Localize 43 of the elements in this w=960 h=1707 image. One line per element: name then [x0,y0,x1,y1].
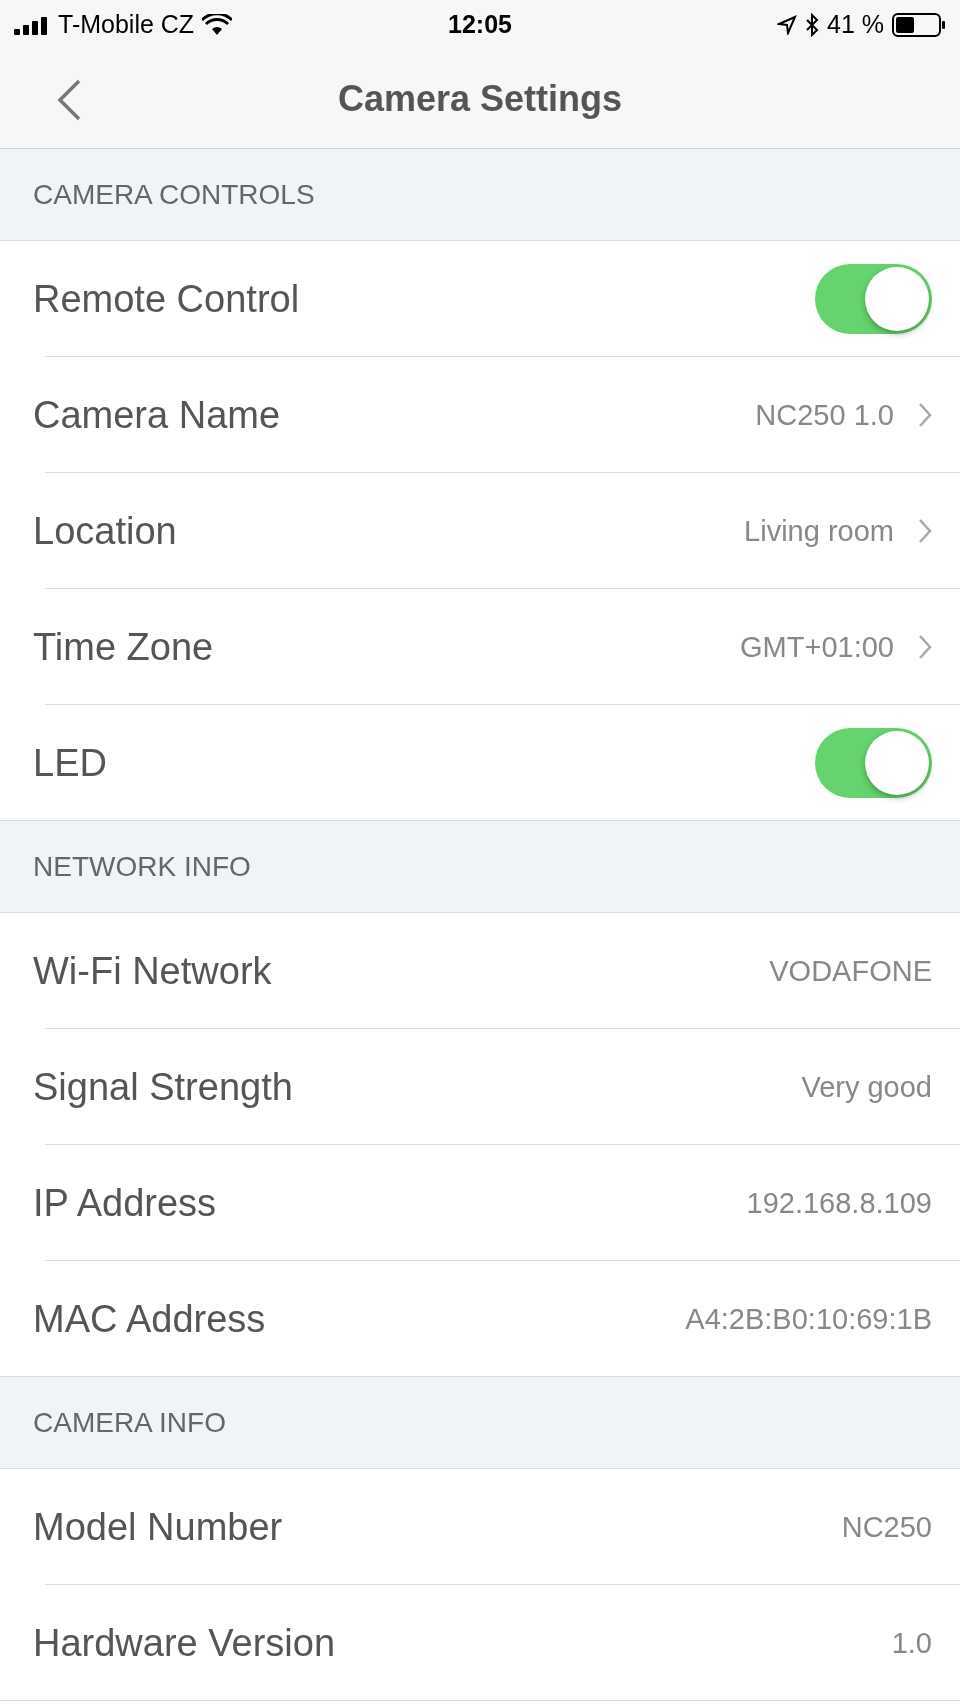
row-value: Very good [801,1070,932,1104]
row-label: Signal Strength [33,1065,293,1109]
settings-row[interactable]: Time Zone GMT+01:00 [0,589,960,705]
bluetooth-icon [805,12,819,37]
settings-row[interactable]: Remote Control [0,241,960,357]
section-title: CAMERA INFO [33,1406,226,1439]
row-value: VODAFONE [769,954,932,988]
row-label: LED [33,741,107,785]
row-value: 1.0 [891,1626,932,1660]
row-label: Location [33,509,177,553]
status-time: 12:05 [448,10,512,39]
row-value: GMT+01:00 [740,630,894,664]
row-label: MAC Address [33,1297,266,1341]
toggle-switch[interactable] [815,728,932,798]
section-title: NETWORK INFO [33,850,251,883]
toggle-switch[interactable] [815,264,932,334]
row-label: IP Address [33,1181,217,1225]
section-title: CAMERA CONTROLS [33,178,315,211]
chevron-icon [918,402,932,428]
row-value: 192.168.8.109 [746,1186,932,1220]
row-label: Wi-Fi Network [33,949,272,993]
battery-percent: 41 % [827,10,884,39]
row-label: Camera Name [33,393,281,437]
settings-row[interactable]: Camera Name NC250 1.0 [0,357,960,473]
battery-icon [892,12,946,37]
wifi-icon [202,13,233,36]
row-value: A4:2B:B0:10:69:1B [685,1302,932,1336]
row-value: NC250 1.0 [755,398,894,432]
chevron-icon [918,634,932,660]
row-label: Hardware Version [33,1621,336,1665]
row-value: Living room [744,514,894,548]
row-value: NC250 [841,1510,932,1544]
row-label: Remote Control [33,277,300,321]
carrier-name: T-Mobile CZ [58,10,195,39]
row-label: Time Zone [33,625,214,669]
row-label: Model Number [33,1505,283,1549]
settings-row[interactable]: LED [0,705,960,821]
location-arrow-icon [777,14,797,35]
settings-row[interactable]: Location Living room [0,473,960,589]
chevron-icon [918,518,932,544]
back-icon[interactable] [56,79,82,121]
signal-icon [14,14,50,35]
screen-title: Camera Settings [337,77,623,120]
